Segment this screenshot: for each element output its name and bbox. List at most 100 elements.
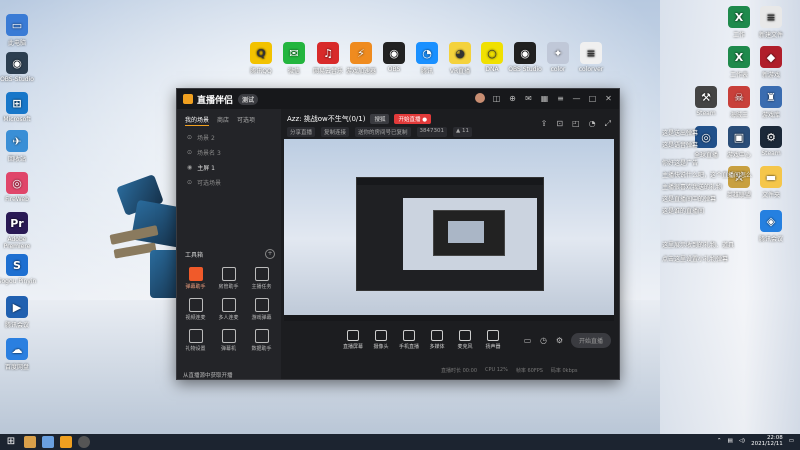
tool-task-tool[interactable]: 主播任务 — [245, 267, 278, 290]
desktop-icon-premiere[interactable]: Pr Adobe Premiere — [0, 212, 40, 250]
scene-label: 可选场景 — [197, 180, 222, 187]
title-bar[interactable]: 直播伴侣 测试 ◫ ⊕ ✉ ▦ ≡ — □ ✕ — [177, 89, 619, 109]
room-title[interactable]: Azz: 挑战ow不生气(0/1) — [287, 114, 365, 124]
mic-icon — [459, 330, 471, 341]
notification-icon[interactable]: ◔ — [589, 119, 596, 129]
desktop-icon-folder[interactable]: ▬ 文件夹 — [748, 166, 794, 199]
taskbar-app-3[interactable] — [60, 436, 72, 448]
taskbar-app-4[interactable] — [78, 436, 90, 448]
lock-icon[interactable]: ⊡ — [556, 119, 563, 129]
close-icon[interactable]: ✕ — [604, 94, 613, 103]
tab-my-scenes[interactable]: 我的场景 — [185, 115, 210, 126]
desktop-icon-sogou[interactable]: S Sogou Pinyin — [0, 254, 40, 285]
network-icon[interactable]: ▤ — [728, 438, 733, 444]
screen-capture-button[interactable]: 直播屏幕 — [339, 330, 367, 350]
multimedia-button[interactable]: 多媒体 — [423, 330, 451, 350]
tray-chevron-icon[interactable]: ⌃ — [717, 438, 722, 444]
mail-icon[interactable]: ✉ — [524, 94, 533, 103]
desktop-icon-newfile[interactable]: ≡ 新建文件 — [748, 6, 794, 39]
tool-video-link-tool[interactable]: 视频连麦 — [179, 298, 212, 321]
multi-link-tool-icon — [221, 298, 236, 312]
obs-icon: ◉ — [6, 52, 28, 74]
tool-gift-tool[interactable]: 礼物设置 — [179, 329, 212, 352]
tab-options[interactable]: 可选项 — [237, 115, 255, 126]
notification-center-icon[interactable]: ▭ — [789, 438, 794, 444]
visibility-icon[interactable]: ⊙ — [187, 149, 192, 156]
desktop-icon-steam[interactable]: ⚙ Steam — [748, 126, 794, 157]
taskbar-app-2[interactable] — [42, 436, 54, 448]
tool-danmu-tool[interactable]: 弹幕助手 — [179, 267, 212, 290]
phone-live-button[interactable]: 手机直播 — [395, 330, 423, 350]
tool-label: 多人连麦 — [218, 315, 239, 321]
msedge-icon: ⊞ — [6, 92, 28, 114]
screenshot-icon[interactable]: ◰ — [572, 119, 580, 129]
action-label: 麦克风 — [457, 344, 473, 350]
danmu-tool-icon — [188, 267, 203, 281]
scene-item[interactable]: ⊙ 可选场景 — [177, 175, 281, 190]
visibility-icon[interactable]: ◉ — [187, 164, 192, 171]
status-row: 直播时长 00:00 CPU 12% 帧率 60FPS 码率 0kbps — [441, 367, 578, 374]
minimize-icon[interactable]: — — [572, 94, 581, 103]
gift-icon[interactable]: ⊕ — [508, 94, 517, 103]
copy-link[interactable]: 复制连接 — [321, 127, 350, 137]
desktop-icon-baidu[interactable]: ☁ 百度网盘 — [0, 338, 40, 371]
settings-icon[interactable]: ⚙ — [555, 336, 564, 345]
mic-button[interactable]: 麦克风 — [451, 330, 479, 350]
desktop-icon-msedge[interactable]: ⊞ Microsoft — [0, 92, 40, 123]
maximize-icon[interactable]: □ — [588, 94, 597, 103]
go-live-button[interactable]: 开始直播 — [570, 333, 611, 348]
clock[interactable]: 22:08 2021/12/11 — [751, 435, 783, 447]
room-tag[interactable]: 搜狐 — [370, 114, 390, 124]
desktop-icon-obs[interactable]: ◉ OBS-Studio — [0, 52, 40, 83]
camera-button[interactable]: 摄像头 — [367, 330, 395, 350]
tool-label: 弹幕助手 — [185, 284, 206, 290]
user-avatar[interactable] — [475, 93, 485, 103]
promo-text[interactable]: 从直播源中获取开播 — [183, 371, 233, 379]
share-live[interactable]: 分享直播 — [287, 127, 316, 137]
menu-icon[interactable]: ≡ — [556, 94, 565, 103]
fullscreen-icon[interactable]: ⤢ — [605, 119, 611, 129]
volume-icon[interactable]: ◁) — [739, 438, 745, 444]
taskbar-app-1[interactable] — [24, 436, 36, 448]
room-copied-note: 送你的房间号已复制 — [355, 127, 411, 137]
scene-item[interactable]: ◉ 主屏 1 — [177, 160, 281, 175]
status-item: 帧率 60FPS — [515, 368, 543, 374]
desktop-icon-meeting-right[interactable]: ◈ 腾讯会议 — [748, 210, 794, 243]
tool-game-danmu-tool[interactable]: 游戏弹幕 — [245, 298, 278, 321]
obs-top-icon: ◉ — [383, 42, 405, 64]
desktop-icon-pc[interactable]: ▭ 此电脑 — [0, 14, 40, 47]
record-icon[interactable]: ▭ — [523, 336, 532, 345]
phone-live-icon — [403, 330, 415, 341]
tool-multi-link-tool[interactable]: 多人连麦 — [212, 298, 245, 321]
grid-icon[interactable]: ▦ — [540, 94, 549, 103]
desktop-icon-label: 回收站 — [7, 156, 26, 163]
share-icon[interactable]: ⇪ — [541, 119, 548, 129]
scene-item[interactable]: ⊙ 场景 2 — [177, 130, 281, 145]
speaker-button[interactable]: 扬声器 — [479, 330, 507, 350]
desktop-icon-fireweb[interactable]: ◎ FireWeb — [0, 172, 40, 203]
scene-label: 场景名 3 — [197, 150, 221, 157]
visibility-icon[interactable]: ⊙ — [187, 134, 192, 141]
global-icon: ◎ — [695, 126, 717, 148]
live-preview[interactable] — [284, 139, 614, 321]
gamecenter-icon: ▣ — [728, 126, 750, 148]
tool-data-tool[interactable]: 数据助手 — [245, 329, 278, 352]
tool-admin-tool[interactable]: 房管助手 — [212, 267, 245, 290]
scene-item[interactable]: ⊙ 场景名 3 — [177, 145, 281, 160]
sidebar-tabs: 我的场景 商店 可选项 — [177, 109, 281, 130]
desktop-icon-docfile[interactable]: ≡ colorver — [568, 42, 614, 73]
visibility-icon[interactable]: ⊙ — [187, 179, 192, 186]
comment-icon[interactable]: ◫ — [492, 94, 501, 103]
tab-store[interactable]: 商店 — [217, 115, 229, 126]
desktop-icon-recycle[interactable]: ✈ 回收站 — [0, 130, 40, 163]
desktop-icon-tmeeting[interactable]: ▶ 腾讯会议 — [0, 296, 40, 329]
tool-danmu-machine-tool[interactable]: 弹幕机 — [212, 329, 245, 352]
timer-icon[interactable]: ◷ — [539, 336, 548, 345]
desktop-icon-game-right[interactable]: ◆ 新游戏 — [748, 46, 794, 79]
desktop-icon-games[interactable]: ♜ 游戏库 — [748, 86, 794, 119]
tool-right-icon: ⚒ — [695, 86, 717, 108]
add-tool-button[interactable]: + — [265, 249, 275, 259]
start-icon[interactable]: ⊞ — [4, 435, 18, 449]
main-panel: Azz: 挑战ow不生气(0/1) 搜狐 开始直播 ● 分享直播 复制连接 送你… — [281, 109, 619, 379]
dna-icon: ○ — [481, 42, 503, 64]
